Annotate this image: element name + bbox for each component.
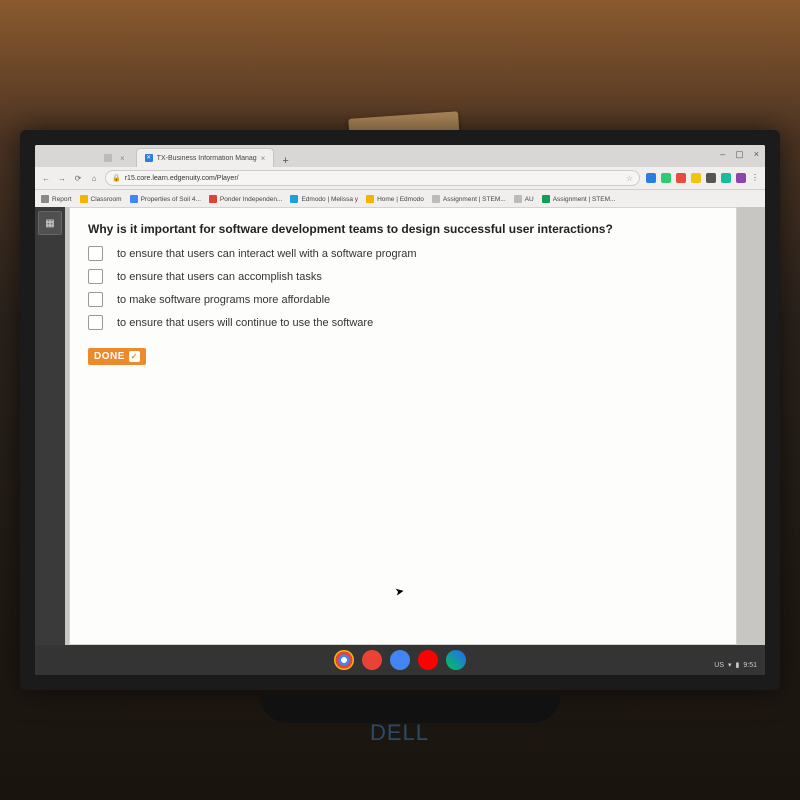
maximize-button[interactable]: ▢ — [735, 149, 744, 160]
close-tab-icon[interactable]: × — [261, 154, 266, 163]
check-icon: ✓ — [129, 351, 140, 362]
bookmark-item[interactable]: Assignment | STEM... — [432, 195, 506, 203]
bookmark-item[interactable]: AU — [514, 195, 534, 203]
status-tray[interactable]: US ▾ ▮ 9:51 — [714, 661, 757, 669]
shelf-apps — [334, 650, 466, 670]
tab-favicon: ✕ — [145, 154, 153, 162]
checkbox[interactable] — [88, 315, 103, 330]
browser-tabbar: × ✕ TX-Business Information Manag × + – … — [35, 145, 765, 167]
checkbox[interactable] — [88, 292, 103, 307]
quiz-option: to make software programs more affordabl… — [88, 292, 718, 307]
laptop-brand-logo: DELL — [370, 720, 429, 746]
bookmark-favicon — [366, 195, 374, 203]
lock-icon: 🔒 — [112, 174, 121, 182]
done-label: DONE — [94, 351, 125, 362]
bookmark-item[interactable]: Properties of Soil 4... — [130, 195, 201, 203]
forward-button[interactable]: → — [57, 174, 67, 183]
quiz-option: to ensure that users will continue to us… — [88, 315, 718, 330]
address-bar: ← → ⟳ ⌂ 🔒 r15.core.learn.edgenuity.com/P… — [35, 167, 765, 190]
bookmark-favicon — [290, 195, 298, 203]
language-indicator: US — [714, 662, 724, 669]
browser-tab[interactable]: × — [95, 148, 134, 167]
battery-icon: ▮ — [736, 661, 740, 669]
url-text: r15.core.learn.edgenuity.com/Player/ — [125, 175, 622, 182]
option-text: to ensure that users will continue to us… — [117, 317, 373, 329]
close-tab-icon[interactable]: × — [120, 154, 125, 163]
close-window-button[interactable]: × — [754, 149, 759, 160]
extension-icons: ⋮ — [646, 173, 759, 183]
side-toolbar: ▦ — [35, 207, 65, 645]
bookmark-favicon — [41, 195, 49, 203]
bookmark-favicon — [80, 195, 88, 203]
home-button[interactable]: ⌂ — [89, 174, 99, 183]
bookmark-label: Home | Edmodo — [377, 196, 424, 203]
option-text: to make software programs more affordabl… — [117, 294, 330, 306]
bookmark-label: Edmodo | Melissa y — [301, 196, 358, 203]
bookmark-label: Classroom — [91, 196, 122, 203]
checkbox[interactable] — [88, 269, 103, 284]
bookmark-label: Ponder Independen... — [220, 196, 283, 203]
bookmark-item[interactable]: Classroom — [80, 195, 122, 203]
bookmark-label: AU — [525, 196, 534, 203]
bookmark-favicon — [542, 195, 550, 203]
mouse-cursor: ➤ — [394, 584, 405, 598]
option-text: to ensure that users can accomplish task… — [117, 271, 322, 283]
url-input[interactable]: 🔒 r15.core.learn.edgenuity.com/Player/ ☆ — [105, 170, 640, 186]
ext-icon[interactable] — [676, 173, 686, 183]
clock: 9:51 — [743, 662, 757, 669]
bookmark-label: Assignment | STEM... — [443, 196, 506, 203]
bookmark-item[interactable]: Report — [41, 195, 72, 203]
docs-app-icon[interactable] — [390, 650, 410, 670]
window-controls: – ▢ × — [720, 149, 759, 160]
done-button[interactable]: DONE ✓ — [88, 348, 146, 365]
os-shelf: US ▾ ▮ 9:51 — [35, 645, 765, 675]
bookmark-label: Report — [52, 196, 72, 203]
star-icon[interactable]: ☆ — [626, 174, 633, 183]
bookmark-label: Assignment | STEM... — [553, 196, 616, 203]
ext-icon[interactable] — [706, 173, 716, 183]
bookmark-item[interactable]: Assignment | STEM... — [542, 195, 616, 203]
reload-button[interactable]: ⟳ — [73, 174, 83, 183]
ext-icon[interactable] — [736, 173, 746, 183]
chrome-app-icon[interactable] — [334, 650, 354, 670]
bookmark-item[interactable]: Ponder Independen... — [209, 195, 283, 203]
ext-icon[interactable] — [691, 173, 701, 183]
checkbox[interactable] — [88, 246, 103, 261]
minimize-button[interactable]: – — [720, 149, 725, 160]
laptop-screen: × ✕ TX-Business Information Manag × + – … — [35, 145, 765, 675]
ext-icon[interactable] — [721, 173, 731, 183]
laptop-bezel: × ✕ TX-Business Information Manag × + – … — [20, 130, 780, 690]
laptop-hinge — [260, 695, 560, 723]
tab-favicon — [104, 154, 112, 162]
quiz-question: Why is it important for software develop… — [88, 222, 718, 236]
calculator-tool-button[interactable]: ▦ — [38, 211, 62, 235]
new-tab-button[interactable]: + — [276, 155, 294, 167]
page-content: ▦ Why is it important for software devel… — [35, 207, 765, 645]
ext-icon[interactable] — [646, 173, 656, 183]
bookmark-item[interactable]: Home | Edmodo — [366, 195, 424, 203]
youtube-app-icon[interactable] — [418, 650, 438, 670]
option-text: to ensure that users can interact well w… — [117, 248, 417, 260]
menu-icon[interactable]: ⋮ — [751, 173, 759, 183]
quiz-option: to ensure that users can accomplish task… — [88, 269, 718, 284]
bookmark-favicon — [432, 195, 440, 203]
browser-tab-active[interactable]: ✕ TX-Business Information Manag × — [136, 148, 275, 167]
bookmark-label: Properties of Soil 4... — [141, 196, 201, 203]
tab-title: TX-Business Information Manag — [157, 155, 257, 162]
photo-background: × ✕ TX-Business Information Manag × + – … — [0, 0, 800, 800]
bookmark-item[interactable]: Edmodo | Melissa y — [290, 195, 358, 203]
bookmark-favicon — [130, 195, 138, 203]
quiz-card: Why is it important for software develop… — [69, 207, 737, 645]
ext-icon[interactable] — [661, 173, 671, 183]
quiz-option: to ensure that users can interact well w… — [88, 246, 718, 261]
play-app-icon[interactable] — [446, 650, 466, 670]
back-button[interactable]: ← — [41, 174, 51, 183]
bookmark-favicon — [514, 195, 522, 203]
gmail-app-icon[interactable] — [362, 650, 382, 670]
wifi-icon: ▾ — [728, 661, 732, 669]
bookmark-favicon — [209, 195, 217, 203]
